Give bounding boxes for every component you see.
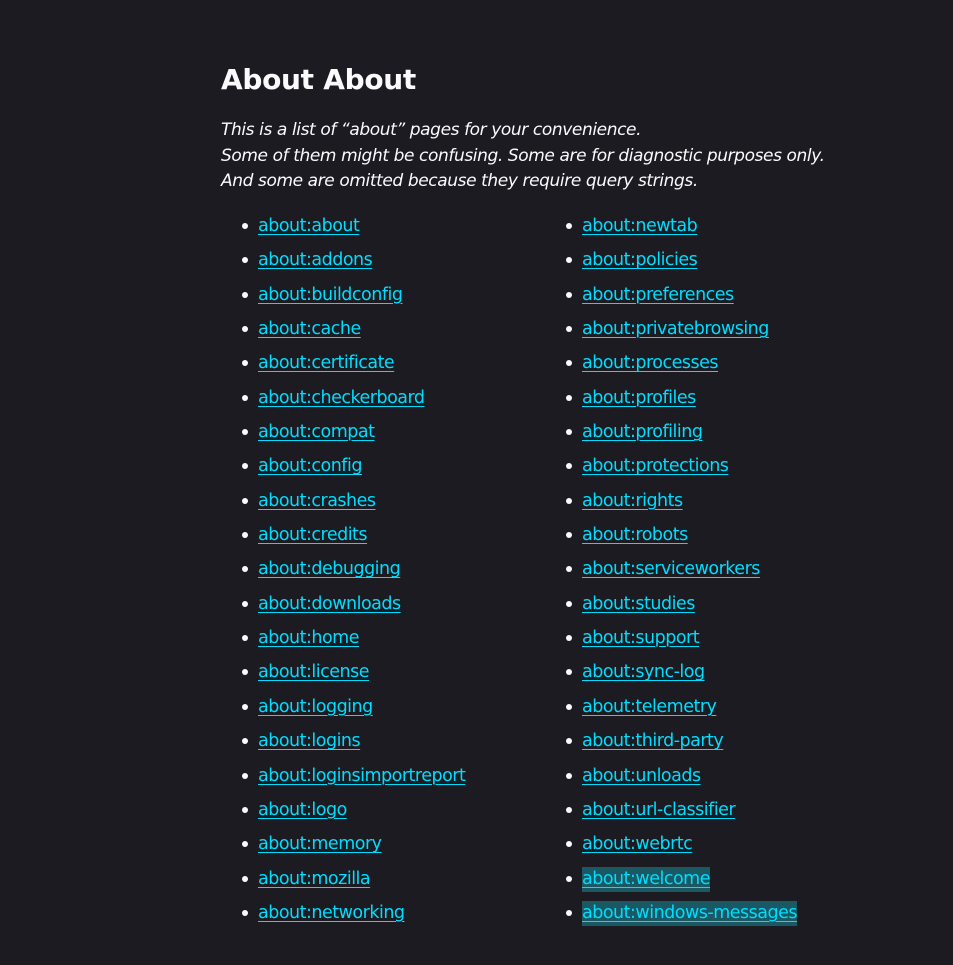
bullet-icon bbox=[242, 257, 248, 264]
bullet-icon bbox=[242, 772, 248, 779]
bullet-icon bbox=[242, 394, 248, 401]
bullet-icon bbox=[566, 703, 572, 710]
bullet-icon bbox=[566, 291, 572, 298]
bullet-icon bbox=[566, 875, 572, 882]
about-page-link[interactable]: about:mozilla bbox=[258, 867, 371, 892]
bullet-icon bbox=[566, 566, 572, 573]
about-page-link[interactable]: about:robots bbox=[582, 523, 688, 548]
about-page-link[interactable]: about:studies bbox=[582, 592, 695, 617]
intro-text: This is a list of “about” pages for your… bbox=[221, 118, 841, 195]
about-page-link[interactable]: about:url-classifier bbox=[582, 798, 736, 823]
bullet-icon bbox=[566, 532, 572, 539]
about-page-link[interactable]: about:checkerboard bbox=[258, 386, 425, 411]
bullet-icon bbox=[242, 635, 248, 642]
about-page-link[interactable]: about:welcome bbox=[582, 866, 710, 892]
about-page-link[interactable]: about:third-party bbox=[582, 729, 724, 754]
bullet-icon bbox=[242, 497, 248, 504]
about-page-link[interactable]: about:logins bbox=[258, 729, 361, 754]
bullet-icon bbox=[566, 257, 572, 264]
bullet-icon bbox=[566, 635, 572, 642]
bullet-icon bbox=[566, 600, 572, 607]
about-page-link[interactable]: about:addons bbox=[258, 248, 373, 273]
bullet-icon bbox=[566, 909, 572, 916]
about-page-link[interactable]: about:privatebrowsing bbox=[582, 317, 769, 342]
about-page-link[interactable]: about:loginsimportreport bbox=[258, 764, 466, 789]
about-page-link[interactable]: about:logging bbox=[258, 695, 373, 720]
bullet-icon bbox=[242, 738, 248, 745]
bullet-icon bbox=[566, 669, 572, 676]
bullet-icon bbox=[566, 497, 572, 504]
about-page-link[interactable]: about:certificate bbox=[258, 351, 395, 376]
bullet-icon bbox=[242, 223, 248, 229]
bullet-icon bbox=[566, 841, 572, 848]
bullet-icon bbox=[242, 806, 248, 813]
about-page-link[interactable]: about:serviceworkers bbox=[582, 557, 760, 582]
about-page-link[interactable]: about:logo bbox=[258, 798, 347, 823]
bullet-icon bbox=[242, 360, 248, 367]
about-page-link[interactable]: about:credits bbox=[258, 523, 368, 548]
bullet-icon bbox=[566, 463, 572, 470]
bullet-icon bbox=[242, 291, 248, 298]
about-page-link[interactable]: about:compat bbox=[258, 420, 375, 445]
about-page-link[interactable]: about:preferences bbox=[582, 283, 734, 308]
bullet-icon bbox=[566, 223, 572, 229]
about-page-link[interactable]: about:license bbox=[258, 660, 369, 685]
intro-line: This is a list of “about” pages for your… bbox=[221, 120, 642, 140]
bullet-icon bbox=[242, 703, 248, 710]
bullet-icon bbox=[566, 738, 572, 745]
bullet-icon bbox=[242, 600, 248, 607]
about-page-link[interactable]: about:unloads bbox=[582, 764, 701, 789]
about-page-link[interactable]: about:buildconfig bbox=[258, 283, 403, 308]
about-page-link[interactable]: about:config bbox=[258, 454, 362, 479]
about-page-link[interactable]: about:networking bbox=[258, 901, 405, 926]
about-page-link[interactable]: about:support bbox=[582, 626, 700, 651]
about-page-link[interactable]: about:home bbox=[258, 626, 360, 651]
bullet-icon bbox=[242, 669, 248, 676]
bullet-icon bbox=[242, 463, 248, 470]
about-page-link[interactable]: about:protections bbox=[582, 454, 729, 479]
about-page-link[interactable]: about:about bbox=[258, 214, 360, 239]
about-page-link[interactable]: about:rights bbox=[582, 489, 683, 514]
about-page-link[interactable]: about:crashes bbox=[258, 489, 376, 514]
bullet-icon bbox=[242, 909, 248, 916]
bullet-icon bbox=[242, 841, 248, 848]
about-page-link[interactable]: about:processes bbox=[582, 351, 719, 376]
bullet-icon bbox=[566, 772, 572, 779]
about-page-link[interactable]: about:webrtc bbox=[582, 832, 693, 857]
bullet-icon bbox=[242, 326, 248, 333]
about-page-link[interactable]: about:policies bbox=[582, 248, 698, 273]
about-page-link[interactable]: about:downloads bbox=[258, 592, 401, 617]
about-page-link[interactable]: about:windows-messages bbox=[582, 900, 797, 926]
bullet-icon bbox=[242, 875, 248, 882]
intro-line: And some are omitted because they requir… bbox=[221, 171, 698, 191]
bullet-icon bbox=[242, 532, 248, 539]
about-about-page: About About This is a list of “about” pa… bbox=[221, 58, 841, 926]
bullet-icon bbox=[242, 429, 248, 436]
bullet-icon bbox=[566, 326, 572, 333]
about-page-link[interactable]: about:sync-log bbox=[582, 660, 705, 685]
about-page-link[interactable]: about:memory bbox=[258, 832, 382, 857]
about-page-link[interactable]: about:newtab bbox=[582, 214, 698, 239]
bullet-icon bbox=[566, 394, 572, 401]
about-page-link[interactable]: about:cache bbox=[258, 317, 361, 342]
bullet-icon bbox=[566, 806, 572, 813]
bullet-icon bbox=[566, 429, 572, 436]
about-page-link[interactable]: about:profiles bbox=[582, 386, 696, 411]
about-page-link[interactable]: about:profiling bbox=[582, 420, 703, 445]
bullet-icon bbox=[242, 566, 248, 573]
page-title: About About bbox=[221, 63, 416, 96]
about-page-link[interactable]: about:telemetry bbox=[582, 695, 717, 720]
intro-line: Some of them might be confusing. Some ar… bbox=[221, 145, 825, 166]
about-page-link[interactable]: about:debugging bbox=[258, 557, 401, 582]
bullet-icon bbox=[566, 360, 572, 367]
